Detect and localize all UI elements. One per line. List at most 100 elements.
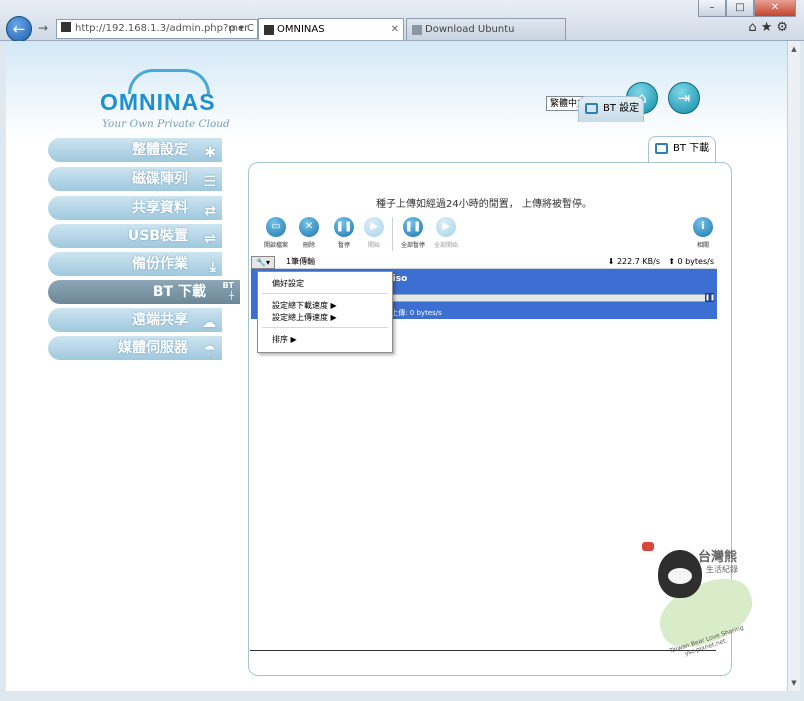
disk-stack-icon: ☰ — [203, 174, 216, 190]
pause-icon: ❚❚ — [334, 217, 354, 237]
pause-icon: ❚❚ — [403, 217, 423, 237]
toolbar-divider — [392, 217, 393, 251]
favorites-star-icon[interactable]: ★ — [761, 20, 777, 35]
wrench-screwdriver-icon: ✱ — [204, 145, 216, 161]
sidebar-item-label: 媒體伺服器 — [118, 340, 188, 356]
sidebar-item-bt-download[interactable]: BT 下載 BT ┼ — [48, 280, 240, 304]
tab-favicon-icon — [412, 25, 422, 35]
transfer-progress-bar — [383, 294, 707, 302]
site-favicon-icon — [61, 22, 71, 32]
monitor-icon — [585, 103, 598, 114]
maximize-button[interactable]: □ — [726, 0, 754, 17]
sidebar-item-usb-devices[interactable]: USB裝置 ⇌ — [48, 224, 222, 248]
menu-item-preferences[interactable]: 偏好設定 — [272, 278, 304, 289]
tab-close-icon[interactable]: ✕ — [391, 19, 399, 41]
upload-rate: ⬆ 0 bytes/s — [668, 257, 714, 266]
globe-icon — [655, 143, 668, 154]
idle-notice: 種子上傳如經過24小時的閒置， 上傳將被暫停。 — [376, 199, 592, 210]
sidebar-item-label: 遠端共享 — [132, 312, 188, 328]
tab-label: BT 下載 — [673, 143, 710, 154]
sidebar-item-backup[interactable]: 備份作業 ⤓ — [48, 252, 222, 276]
browser-chrome: – □ ✕ ← → http://192.168.1.3/admin.php?m… — [0, 0, 804, 42]
sidebar-item-label: 磁碟陣列 — [132, 171, 188, 187]
close-window-button[interactable]: ✕ — [754, 0, 796, 17]
folder-icon: ▭ — [266, 217, 286, 237]
back-button[interactable]: ← — [6, 16, 32, 42]
sidebar-item-label: 共享資料 — [132, 200, 188, 216]
arrow-right-icon: → — [38, 21, 49, 35]
brand-tagline: Your Own Private Cloud — [102, 118, 230, 130]
scroll-down-icon[interactable]: ▼ — [789, 677, 799, 689]
menu-item-total-download-speed[interactable]: 設定總下載速度 ▶ — [272, 300, 337, 311]
home-icon[interactable]: ⌂ — [748, 20, 760, 35]
tool-label: 刪除 — [302, 242, 315, 249]
pause-button[interactable]: ❚❚ 暫停 — [327, 217, 361, 249]
wrench-context-menu: 偏好設定 設定總下載速度 ▶ 設定總上傳速度 ▶ 排序 ▶ — [257, 271, 393, 353]
url-text: http://192.168.1.3/admin.php?mer — [75, 23, 249, 34]
logout-icon: ⇥ — [677, 89, 691, 107]
address-bar[interactable]: http://192.168.1.3/admin.php?mer ρ ▾ C — [56, 19, 258, 39]
sidebar-item-shared-data[interactable]: 共享資料 ⇄ — [48, 196, 222, 220]
logout-button[interactable]: ⇥ — [668, 82, 700, 114]
start-all-button[interactable]: ▶ 全部開始 — [429, 217, 463, 249]
tab-bt-download[interactable]: BT 下載 — [648, 136, 716, 163]
bear-face — [668, 568, 692, 584]
scroll-up-icon[interactable]: ▲ — [789, 43, 799, 55]
backup-icon: ⤓ — [209, 259, 216, 275]
tool-label: 開始 — [367, 242, 380, 249]
bt-badge: BT — [222, 281, 234, 290]
sidebar-item-label: BT 下載 — [152, 284, 206, 300]
play-icon: ▶ — [364, 217, 384, 237]
forward-button[interactable]: → — [38, 21, 48, 35]
start-button[interactable]: ▶ 開始 — [357, 217, 391, 249]
window-controls: – □ ✕ — [698, 0, 796, 17]
info-icon: i — [693, 217, 713, 237]
tab-label: BT 設定 — [603, 103, 640, 114]
info-button[interactable]: i 相關 — [686, 217, 720, 249]
sidebar-item-disk-array[interactable]: 磁碟陣列 ☰ — [48, 167, 222, 191]
wrench-icon: 🔧▾ — [256, 258, 270, 267]
cloud-share-icon: ☁ — [202, 315, 216, 331]
page-scrollbar[interactable]: ▲ ▼ — [787, 41, 800, 691]
bt-icon: BT ┼ — [222, 281, 234, 300]
menu-item-total-upload-speed[interactable]: 設定總上傳速度 ▶ — [272, 312, 337, 323]
arrow-left-icon: ← — [12, 20, 26, 38]
pause-all-button[interactable]: ❚❚ 全部暫停 — [396, 217, 430, 249]
address-bar-controls[interactable]: ρ ▾ C — [229, 20, 254, 38]
menu-item-sort[interactable]: 排序 ▶ — [272, 334, 297, 345]
tool-label: 全部開始 — [433, 242, 458, 249]
sidebar-item-system-settings[interactable]: 整體設定 ✱ — [48, 138, 222, 162]
browser-tab-download-ubuntu[interactable]: Download Ubuntu — [406, 18, 566, 40]
tab-favicon-icon — [264, 25, 274, 35]
sidebar-item-remote-share[interactable]: 遠端共享 ☁ — [48, 308, 222, 332]
minimize-button[interactable]: – — [698, 0, 726, 17]
watermark-subtitle: 生活紀錄 — [706, 565, 738, 574]
menu-divider — [262, 293, 388, 294]
menu-divider — [262, 327, 388, 328]
watermark-title: 台灣熊 — [698, 550, 738, 565]
media-server-icon: ☂ — [203, 343, 216, 359]
tab-bt-settings[interactable]: BT 設定 — [578, 96, 644, 122]
tab-label: OMNINAS — [277, 24, 325, 35]
delete-button[interactable]: ✕ 刪除 — [292, 217, 326, 249]
settings-gear-icon[interactable]: ⚙ — [776, 20, 792, 35]
transfer-status-bar: 🔧▾ 1筆傳輸 ⬇ 222.7 KB/s ⬆ 0 bytes/s — [250, 256, 716, 269]
sidebar-item-label: 備份作業 — [132, 256, 188, 272]
delete-x-icon: ✕ — [299, 217, 319, 237]
play-icon: ▶ — [436, 217, 456, 237]
sidebar-item-label: 整體設定 — [132, 142, 188, 158]
sidebar-item-label: USB裝置 — [127, 228, 188, 244]
row-pause-button[interactable]: ❚❚ — [705, 293, 716, 302]
browser-tab-omninas[interactable]: OMNINAS ✕ — [258, 18, 404, 40]
download-rate: ⬇ 222.7 KB/s — [607, 257, 660, 266]
tool-label: 開啟檔案 — [263, 242, 288, 249]
open-file-button[interactable]: ▭ 開啟檔案 — [259, 217, 293, 249]
tool-label: 全部暫停 — [400, 242, 425, 249]
pause-icon: ❚❚ — [705, 294, 716, 301]
share-arrows-icon: ⇄ — [204, 203, 216, 219]
sidebar-item-media-server[interactable]: 媒體伺服器 ☂ — [48, 336, 222, 360]
heart-badge-icon — [642, 542, 654, 551]
tool-label: 暫停 — [337, 242, 350, 249]
wrench-menu-button[interactable]: 🔧▾ — [251, 256, 275, 269]
tool-label: 相關 — [696, 242, 709, 249]
